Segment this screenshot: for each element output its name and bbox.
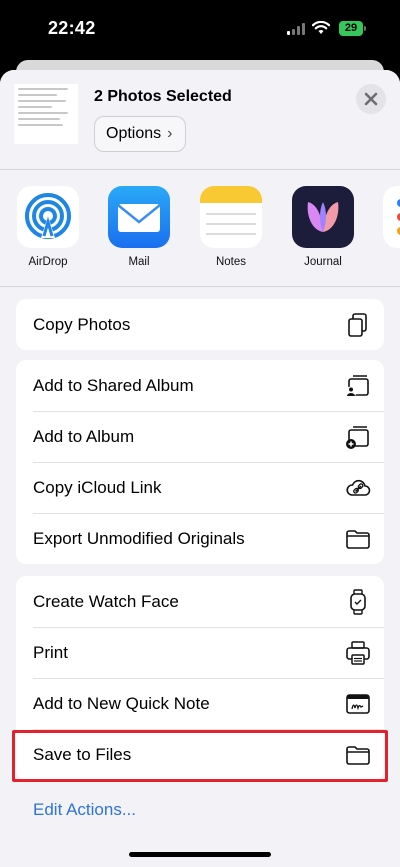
shared-album-icon [345,375,369,398]
notes-icon [200,186,262,248]
action-add-to-shared-album[interactable]: Add to Shared Album [16,360,384,411]
folder-icon [346,530,370,549]
action-label: Add to Shared Album [33,375,194,395]
action-label: Add to New Quick Note [33,693,210,713]
thumbnail-text-line [18,94,58,96]
share-apps-row: AirDrop Mail Notes Journal [0,186,400,276]
selection-title: 2 Photos Selected [94,88,232,105]
wifi-icon [312,21,330,34]
close-icon [364,92,378,106]
options-button[interactable]: Options › [94,116,186,152]
app-label: Notes [215,256,247,268]
close-button[interactable] [356,84,386,114]
photo-thumbnail [14,84,78,144]
options-label: Options [106,125,162,142]
app-journal[interactable]: Journal [287,186,359,268]
watch-icon [350,589,366,615]
app-label: Journal [304,256,342,268]
battery-indicator: 29 [339,21,367,36]
cellular-signal-icon [287,23,305,35]
action-create-watch-face[interactable]: Create Watch Face [16,576,384,627]
app-mail[interactable]: Mail [103,186,175,268]
action-group-album: Add to Shared Album Add to Album Copy iC… [16,360,384,564]
thumbnail-text-line [18,124,63,126]
action-label: Add to Album [33,426,135,446]
thumbnail-text-line [18,112,69,114]
icloud-link-icon [346,479,371,496]
reminders-icon [383,186,400,248]
airdrop-icon [17,186,79,248]
thumbnail-text-line [18,118,60,120]
thumbnail-text-line [18,100,66,102]
add-album-icon [346,426,369,449]
app-label: AirDrop [28,256,68,268]
action-label: Copy iCloud Link [33,477,162,497]
action-label: Create Watch Face [33,591,179,611]
app-notes[interactable]: Notes [195,186,267,268]
mail-icon [108,186,170,248]
chevron-right-icon: › [167,125,173,142]
app-reminders[interactable]: Re [378,186,400,268]
action-label: Print [33,642,68,662]
quick-note-icon [346,694,370,714]
action-export-unmodified-originals[interactable]: Export Unmodified Originals [16,513,384,564]
share-sheet: 2 Photos Selected Options › AirDrop Mail… [0,70,400,867]
printer-icon [346,641,370,665]
battery-tip [364,26,366,31]
edit-actions-link[interactable]: Edit Actions... [33,800,136,820]
copy-icon [348,313,367,337]
app-label: Re [378,256,400,268]
status-time: 22:42 [48,18,96,38]
action-add-to-new-quick-note[interactable]: Add to New Quick Note [16,678,384,729]
thumbnail-text-line [18,88,69,90]
action-label: Copy Photos [33,314,131,334]
thumbnail-text-line [18,106,52,108]
journal-icon [292,186,354,248]
home-indicator [129,852,271,857]
action-print[interactable]: Print [16,627,384,678]
action-copy-photos[interactable]: Copy Photos [16,299,384,350]
action-label: Export Unmodified Originals [33,528,245,548]
app-airdrop[interactable]: AirDrop [12,186,84,268]
action-group-copy: Copy Photos [16,299,384,350]
action-copy-icloud-link[interactable]: Copy iCloud Link [16,462,384,513]
battery-level: 29 [344,22,358,34]
status-bar: 22:42 29 [0,0,400,60]
app-label: Mail [128,256,150,268]
divider [0,286,400,287]
save-to-files-highlight [12,730,388,782]
sheet-header: 2 Photos Selected Options › [0,70,400,170]
action-add-to-album[interactable]: Add to Album [16,411,384,462]
